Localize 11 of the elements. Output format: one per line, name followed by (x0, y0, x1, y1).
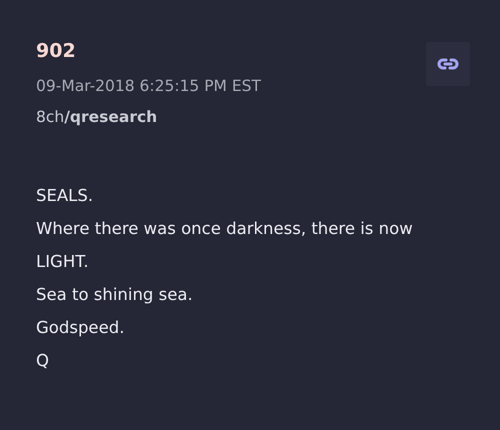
post-text-line: LIGHT. (36, 251, 90, 274)
board-source: 8ch/qresearch (36, 107, 158, 128)
post-text-line: Q (36, 350, 50, 372)
post-text-line: Where there was once darkness, there is now (36, 218, 414, 240)
post-text-line: Godspeed. (36, 317, 126, 340)
link-button[interactable] (426, 42, 470, 86)
post-text-line: SEALS. (36, 185, 94, 208)
link-icon (437, 57, 459, 71)
post-text-line: Sea to shining sea. (36, 284, 194, 306)
post-timestamp: 09-Mar-2018 6:25:15 PM EST (36, 76, 261, 97)
post-number: 902 (36, 40, 77, 63)
